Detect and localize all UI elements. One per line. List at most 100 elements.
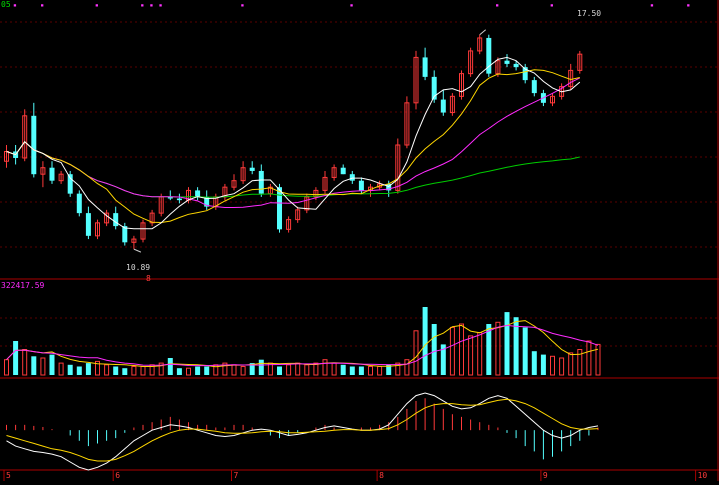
low-marker-label: 8 [146, 274, 151, 283]
volume-bar [113, 366, 119, 375]
candle-body [195, 190, 201, 197]
volume-bar [531, 351, 537, 375]
candle-body [113, 213, 119, 227]
volume-bar [231, 364, 237, 376]
candle-body [76, 193, 82, 214]
date-label: 10 [697, 471, 708, 480]
volume-bar [477, 332, 483, 376]
event-marker-icon[interactable]: ▪ [350, 3, 354, 9]
volume-bar [40, 357, 46, 376]
event-marker-icon[interactable]: ▪ [159, 3, 163, 9]
candle-body [513, 63, 519, 68]
volume-bar [522, 327, 528, 375]
event-marker-icon[interactable]: ▪ [550, 3, 554, 9]
volume-bar [495, 321, 501, 376]
event-marker-icon[interactable]: ▪ [95, 3, 99, 9]
volume-bar [449, 326, 455, 376]
event-marker-icon[interactable]: ▪ [650, 3, 654, 9]
volume-bar [195, 366, 201, 375]
volume-bar [550, 355, 555, 376]
volume-bar [331, 362, 337, 376]
candle-body [176, 198, 182, 201]
volume-bar [176, 368, 182, 375]
volume-bar [104, 364, 110, 376]
candle-body [277, 187, 282, 230]
date-label: 8 [379, 471, 384, 480]
volume-bar [31, 356, 37, 375]
volume-bar [167, 358, 173, 375]
event-marker-icon[interactable]: ▪ [150, 3, 154, 9]
volume-bar [277, 366, 282, 375]
candle-body [49, 167, 55, 181]
volume-bar [4, 359, 9, 376]
macd-dif-line [6, 392, 599, 471]
candle-body [249, 167, 255, 171]
high-price-label: 17.50 [577, 9, 602, 18]
candle-body [31, 115, 37, 175]
volume-bar [404, 359, 410, 376]
candlestick-chart[interactable] [0, 0, 719, 481]
volume-bar [368, 366, 373, 376]
volume-bar [186, 367, 191, 376]
volume-bar [349, 366, 355, 375]
volume-bar [67, 364, 73, 375]
candle-body [258, 170, 264, 194]
candle-body [85, 213, 91, 236]
volume-bar [559, 357, 565, 376]
volume-bar [240, 366, 246, 376]
volume-bar [377, 366, 383, 376]
volume-bar [85, 363, 91, 375]
macd-dea-line [6, 398, 599, 462]
candle-body [531, 80, 537, 94]
volume-bar [295, 362, 301, 376]
volume-bar [13, 341, 19, 375]
date-label: 5 [6, 471, 11, 480]
volume-bar [504, 312, 510, 375]
event-marker-icon[interactable]: ▪ [40, 3, 44, 9]
volume-bar [76, 366, 82, 375]
ma20-line [6, 77, 581, 208]
low-price-leader [133, 248, 142, 253]
event-marker-icon[interactable]: ▪ [241, 3, 245, 9]
volume-bar [258, 359, 264, 375]
volume-bar [340, 364, 346, 375]
date-label: 7 [233, 471, 239, 480]
candle-body [504, 60, 510, 64]
volume-bar [122, 368, 128, 375]
high-price-leader [479, 29, 487, 36]
chart-canvas[interactable] [0, 0, 719, 481]
low-price-label: 10.89 [126, 263, 151, 272]
candle-body [358, 180, 364, 191]
volume-bar [358, 366, 364, 375]
ma60-line [6, 141, 580, 198]
volume-value-label: 322417.59 [1, 281, 45, 290]
candle-body [349, 174, 355, 181]
volume-bar [131, 366, 137, 376]
volume-bar [595, 343, 601, 376]
candle-body [440, 99, 446, 113]
volume-bar [49, 354, 55, 375]
volume-bar [468, 335, 474, 376]
event-marker-icon[interactable]: ▪ [495, 3, 499, 9]
volume-bar [459, 323, 464, 376]
volume-bar [286, 364, 292, 376]
volume-bar [413, 330, 419, 376]
volume-bar [22, 349, 28, 376]
event-marker-icon[interactable]: ▪ [13, 3, 17, 9]
event-marker-icon[interactable]: ▪ [141, 3, 145, 9]
volume-bar [577, 349, 583, 376]
volume-bar [204, 366, 210, 375]
ma10-line [6, 69, 580, 224]
volume-bar [140, 366, 146, 376]
volume-bar [540, 354, 546, 375]
date-label: 9 [542, 471, 548, 480]
volume-bar [568, 352, 574, 376]
candle-body [422, 57, 428, 77]
volume-bar [422, 307, 428, 375]
volume-bar [322, 359, 328, 376]
date-label: 6 [115, 471, 121, 480]
volume-bar [304, 364, 310, 376]
candle-body [340, 167, 346, 175]
event-marker-icon[interactable]: ▪ [687, 3, 691, 9]
volume-bar [58, 362, 64, 376]
